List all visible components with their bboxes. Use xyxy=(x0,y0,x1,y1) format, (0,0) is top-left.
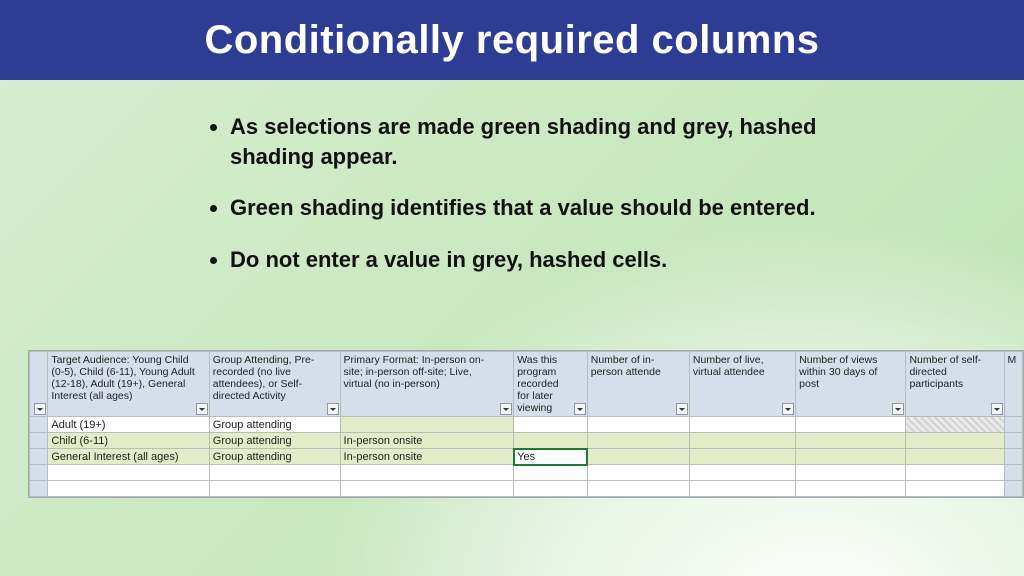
cell[interactable] xyxy=(514,465,588,481)
col-label: Was this program recorded for later view… xyxy=(517,354,558,414)
row-handle[interactable] xyxy=(30,417,48,433)
col-primary-format[interactable]: Primary Format: In-person on-site; in-pe… xyxy=(340,352,514,417)
bullet-2: Green shading identifies that a value sh… xyxy=(230,193,870,223)
cell-attend[interactable]: Group attending xyxy=(209,433,340,449)
table-row: General Interest (all ages) Group attend… xyxy=(30,449,1023,465)
cell[interactable] xyxy=(209,481,340,497)
col-group-attending[interactable]: Group Attending, Pre-recorded (no live a… xyxy=(209,352,340,417)
cell[interactable] xyxy=(587,465,689,481)
cell[interactable] xyxy=(796,465,906,481)
cell-format[interactable] xyxy=(340,417,514,433)
filter-button[interactable] xyxy=(892,403,904,415)
cell[interactable] xyxy=(796,481,906,497)
cell[interactable] xyxy=(689,481,795,497)
cell-recorded-active[interactable]: Yes Yes No xyxy=(514,449,588,465)
table-row: Adult (19+) Group attending xyxy=(30,417,1023,433)
cell-recorded[interactable] xyxy=(514,433,588,449)
cell-selfdir[interactable] xyxy=(906,433,1004,449)
cell[interactable] xyxy=(340,481,514,497)
bullet-list: As selections are made green shading and… xyxy=(230,112,870,275)
header-row: Target Audience: Young Child (0-5), Chil… xyxy=(30,352,1023,417)
cell-cut[interactable] xyxy=(1004,417,1022,433)
cell-format[interactable]: In-person onsite xyxy=(340,433,514,449)
col-label: Group Attending, Pre-recorded (no live a… xyxy=(213,354,315,402)
cell[interactable] xyxy=(906,465,1004,481)
row-handle[interactable] xyxy=(30,481,48,497)
table-row-empty xyxy=(30,465,1023,481)
col-label: M xyxy=(1008,354,1017,366)
filter-button[interactable] xyxy=(327,403,339,415)
bullet-1: As selections are made green shading and… xyxy=(230,112,870,171)
row-handle[interactable] xyxy=(30,449,48,465)
col-label: Target Audience: Young Child (0-5), Chil… xyxy=(51,354,194,402)
slide-title: Conditionally required columns xyxy=(204,18,819,63)
cell[interactable] xyxy=(587,481,689,497)
cell-views[interactable] xyxy=(796,417,906,433)
table-row: Child (6-11) Group attending In-person o… xyxy=(30,433,1023,449)
cell-cut[interactable] xyxy=(1004,433,1022,449)
cell-audience[interactable]: Child (6-11) xyxy=(48,433,209,449)
row-handle[interactable] xyxy=(30,465,48,481)
cell[interactable] xyxy=(48,465,209,481)
cell-format[interactable]: In-person onsite xyxy=(340,449,514,465)
cell[interactable] xyxy=(209,465,340,481)
cell-audience[interactable]: General Interest (all ages) xyxy=(48,449,209,465)
data-table: Target Audience: Young Child (0-5), Chil… xyxy=(29,351,1023,497)
col-inperson-attendees[interactable]: Number of in-person attende xyxy=(587,352,689,417)
col-views-30days[interactable]: Number of views within 30 days of post xyxy=(796,352,906,417)
col-self-directed[interactable]: Number of self-directed participants xyxy=(906,352,1004,417)
col-label: Number of views within 30 days of post xyxy=(799,354,877,390)
header-blank-left xyxy=(30,352,48,417)
cell-cut[interactable] xyxy=(1004,449,1022,465)
col-recorded[interactable]: Was this program recorded for later view… xyxy=(514,352,588,417)
cell[interactable] xyxy=(1004,465,1022,481)
filter-button[interactable] xyxy=(500,403,512,415)
row-handle[interactable] xyxy=(30,433,48,449)
cell-recorded[interactable] xyxy=(514,417,588,433)
col-virtual-attendees[interactable]: Number of live, virtual attendee xyxy=(689,352,795,417)
cell-value: Yes xyxy=(517,451,535,463)
col-label: Primary Format: In-person on-site; in-pe… xyxy=(344,354,485,390)
cell-attend[interactable]: Group attending xyxy=(209,449,340,465)
cell-virtual[interactable] xyxy=(689,417,795,433)
cell[interactable] xyxy=(906,481,1004,497)
cell-virtual[interactable] xyxy=(689,433,795,449)
spreadsheet: Target Audience: Young Child (0-5), Chil… xyxy=(28,350,1024,498)
cell-inperson[interactable] xyxy=(587,417,689,433)
col-label: Number of self-directed participants xyxy=(909,354,981,390)
col-target-audience[interactable]: Target Audience: Young Child (0-5), Chil… xyxy=(48,352,209,417)
filter-button[interactable] xyxy=(574,403,586,415)
cell[interactable] xyxy=(340,465,514,481)
cell-views[interactable] xyxy=(796,449,906,465)
cell-virtual[interactable] xyxy=(689,449,795,465)
cell-selfdir[interactable] xyxy=(906,417,1004,433)
cell[interactable] xyxy=(1004,481,1022,497)
filter-button[interactable] xyxy=(991,403,1003,415)
cell-attend[interactable]: Group attending xyxy=(209,417,340,433)
cell[interactable] xyxy=(48,481,209,497)
col-cut-off[interactable]: M xyxy=(1004,352,1022,417)
filter-button[interactable] xyxy=(34,403,46,415)
cell-inperson[interactable] xyxy=(587,433,689,449)
slide-header: Conditionally required columns xyxy=(0,0,1024,80)
cell-inperson[interactable] xyxy=(587,449,689,465)
cell[interactable] xyxy=(514,481,588,497)
cell-views[interactable] xyxy=(796,433,906,449)
filter-button[interactable] xyxy=(196,403,208,415)
col-label: Number of live, virtual attendee xyxy=(693,354,765,378)
cell-selfdir[interactable] xyxy=(906,449,1004,465)
cell-audience[interactable]: Adult (19+) xyxy=(48,417,209,433)
table-row-empty xyxy=(30,481,1023,497)
bullet-3: Do not enter a value in grey, hashed cel… xyxy=(230,245,870,275)
col-label: Number of in-person attende xyxy=(591,354,661,378)
filter-button[interactable] xyxy=(782,403,794,415)
filter-button[interactable] xyxy=(676,403,688,415)
cell[interactable] xyxy=(689,465,795,481)
